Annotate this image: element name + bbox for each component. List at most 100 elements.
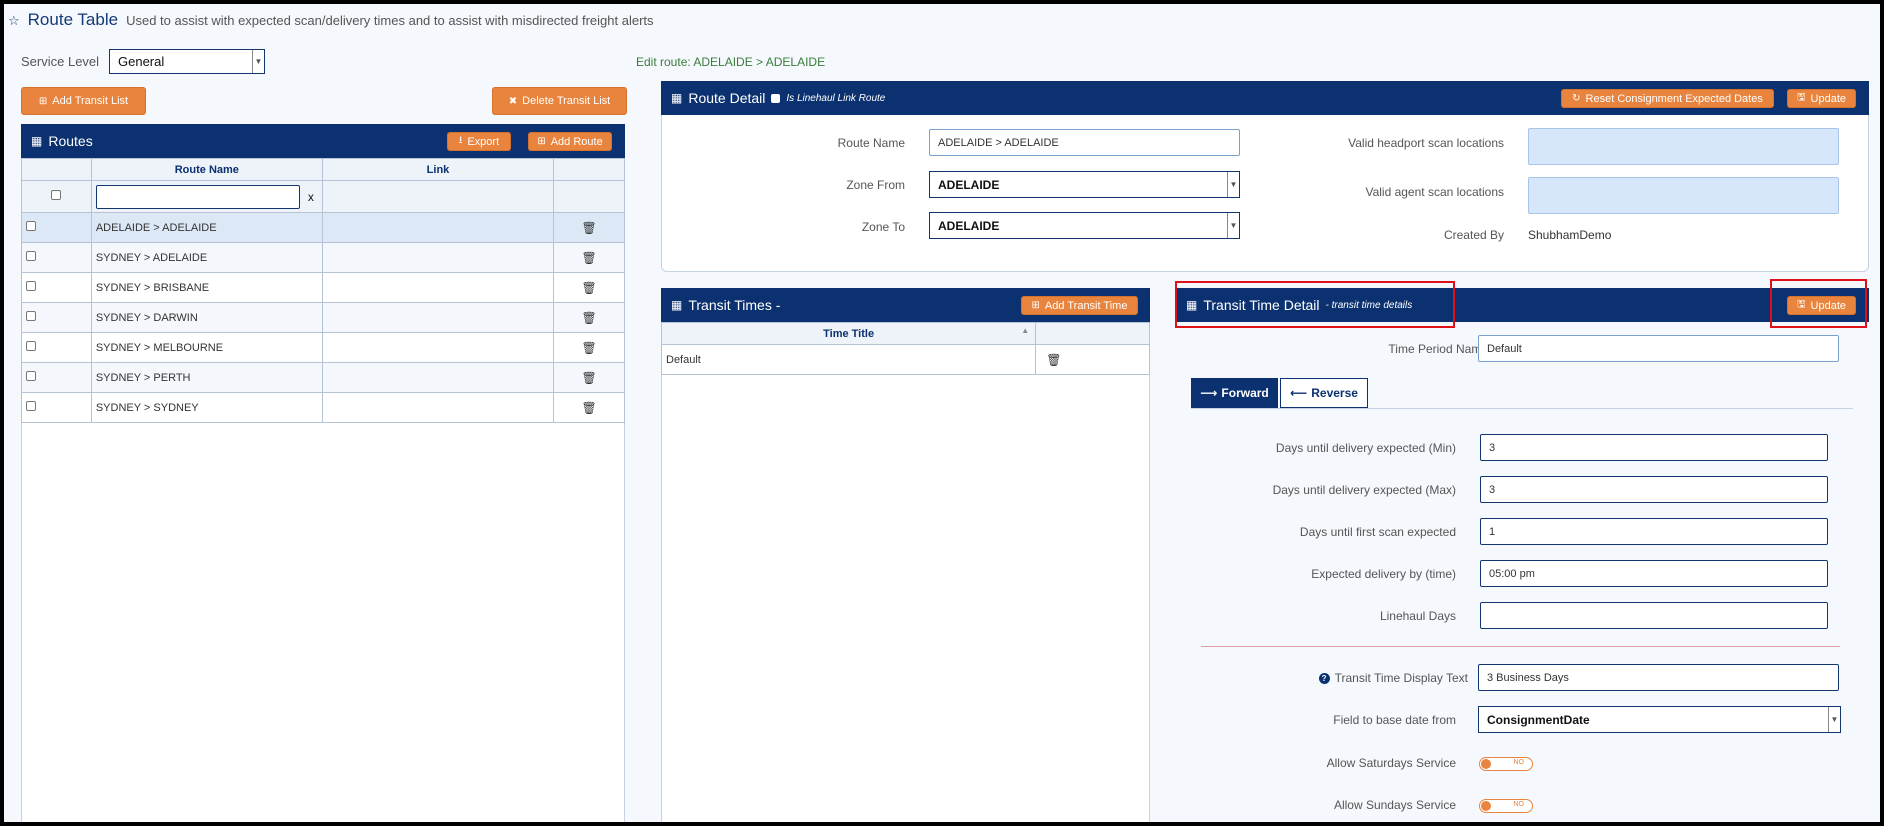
column-header-link[interactable]: Link xyxy=(321,158,555,181)
service-level-select[interactable]: General ▼ xyxy=(109,49,265,74)
route-name-input[interactable]: ADELAIDE > ADELAIDE xyxy=(929,129,1240,156)
table-row[interactable]: Default 🗑 xyxy=(660,344,1150,375)
toggle-knob xyxy=(1481,759,1491,769)
delivery-time-input[interactable]: 05:00 pm xyxy=(1480,560,1828,587)
add-route-button[interactable]: ⊞ Add Route xyxy=(528,132,612,151)
row-actions-cell: 🗑 xyxy=(553,272,625,303)
trash-icon[interactable]: 🗑 xyxy=(581,371,596,385)
row-checkbox[interactable] xyxy=(26,281,36,291)
zone-to-select[interactable]: ADELAIDE ▼ xyxy=(929,212,1240,239)
trash-icon[interactable]: 🗑 xyxy=(1046,353,1061,367)
row-checkbox[interactable] xyxy=(26,401,36,411)
time-period-input[interactable]: Default xyxy=(1478,335,1839,362)
route-name-cell[interactable]: SYDNEY > SYDNEY xyxy=(90,392,323,423)
help-icon[interactable]: ? xyxy=(1318,672,1330,684)
row-select-cell xyxy=(21,242,92,273)
trash-icon[interactable]: 🗑 xyxy=(581,221,596,235)
trash-icon[interactable]: 🗑 xyxy=(581,281,596,295)
select-all-checkbox[interactable] xyxy=(51,190,62,200)
clear-filter-icon[interactable]: x xyxy=(308,190,314,204)
row-checkbox[interactable] xyxy=(26,251,36,261)
star-icon[interactable]: ☆ xyxy=(8,13,20,29)
route-name-label: Route Name xyxy=(837,136,905,150)
agent-scan-input[interactable] xyxy=(1528,177,1839,214)
route-name-cell[interactable]: SYDNEY > MELBOURNE xyxy=(90,332,323,363)
route-name-filter-input[interactable] xyxy=(95,184,300,209)
trash-icon[interactable]: 🗑 xyxy=(581,311,596,325)
linehaul-link-checkbox[interactable] xyxy=(771,93,781,103)
max-days-input[interactable]: 3 xyxy=(1480,476,1828,503)
row-actions-cell: 🗑 xyxy=(553,302,625,333)
row-actions-cell: 🗑 xyxy=(553,392,625,423)
trash-icon[interactable]: 🗑 xyxy=(581,341,596,355)
route-filter-cell: x xyxy=(90,180,323,213)
created-by-label: Created By xyxy=(1443,228,1504,242)
refresh-icon: ↻ xyxy=(1572,93,1581,104)
delete-transit-list-button[interactable]: ✖ Delete Transit List xyxy=(492,87,627,115)
edit-route-caption: Edit route: ADELAIDE > ADELAIDE xyxy=(636,55,826,69)
zone-from-select[interactable]: ADELAIDE ▼ xyxy=(929,171,1240,198)
route-name-cell[interactable]: SYDNEY > BRISBANE xyxy=(90,272,323,303)
row-checkbox[interactable] xyxy=(26,371,36,381)
sunday-service-label: Allow Sundays Service xyxy=(1333,798,1456,812)
time-title-cell[interactable]: Default xyxy=(660,344,1037,375)
min-days-input[interactable]: 3 xyxy=(1480,434,1828,461)
linehaul-days-input[interactable] xyxy=(1480,602,1828,629)
tab-divider xyxy=(1191,408,1853,409)
chevron-down-icon: ▼ xyxy=(1227,213,1239,238)
link-cell xyxy=(321,242,555,273)
row-checkbox[interactable] xyxy=(26,311,36,321)
table-row[interactable]: SYDNEY > PERTH 🗑 xyxy=(21,362,625,393)
table-row[interactable]: SYDNEY > SYDNEY 🗑 xyxy=(21,392,625,423)
select-all-cell xyxy=(21,180,92,213)
first-scan-label: Days until first scan expected xyxy=(1299,525,1456,539)
trash-icon[interactable]: 🗑 xyxy=(581,401,596,415)
base-date-select[interactable]: ConsignmentDate ▼ xyxy=(1478,706,1841,733)
row-checkbox[interactable] xyxy=(26,221,36,231)
route-name-cell[interactable]: ADELAIDE > ADELAIDE xyxy=(90,212,323,243)
time-title-label: Time Title xyxy=(823,327,875,340)
route-name-cell[interactable]: SYDNEY > PERTH xyxy=(90,362,323,393)
table-row[interactable]: SYDNEY > BRISBANE 🗑 xyxy=(21,272,625,303)
table-row[interactable]: SYDNEY > MELBOURNE 🗑 xyxy=(21,332,625,363)
reset-consignment-button[interactable]: ↻ Reset Consignment Expected Dates xyxy=(1561,89,1774,108)
tab-reverse-label: Reverse xyxy=(1311,386,1358,400)
highlight-box xyxy=(1770,279,1867,328)
column-header-time-title[interactable]: Time Title ▲ xyxy=(660,322,1037,345)
download-icon: ⭳ xyxy=(458,135,463,146)
linehaul-link-label: Is Linehaul Link Route xyxy=(786,92,886,104)
base-date-label: Field to base date from xyxy=(1333,713,1456,727)
tab-forward[interactable]: ⟶ Forward xyxy=(1191,378,1278,408)
saturday-service-toggle[interactable]: NO xyxy=(1479,757,1533,771)
plus-square-icon: ⊞ xyxy=(537,136,546,147)
page-header: ☆ Route Table Used to assist with expect… xyxy=(8,10,654,30)
row-actions-cell: 🗑 xyxy=(553,362,625,393)
table-row[interactable]: SYDNEY > ADELAIDE 🗑 xyxy=(21,242,625,273)
link-cell xyxy=(321,392,555,423)
column-header-route-name[interactable]: Route Name xyxy=(90,158,323,181)
trash-icon[interactable]: 🗑 xyxy=(581,251,596,265)
sort-icon[interactable]: ▲ xyxy=(1021,326,1029,335)
zone-to-label: Zone To xyxy=(861,220,905,234)
min-days-label: Days until delivery expected (Min) xyxy=(1275,441,1456,455)
update-route-label: Update xyxy=(1810,92,1846,105)
tab-reverse[interactable]: ⟵ Reverse xyxy=(1280,378,1368,408)
link-cell xyxy=(321,332,555,363)
delete-transit-list-label: Delete Transit List xyxy=(522,95,611,107)
route-name-cell[interactable]: SYDNEY > ADELAIDE xyxy=(90,242,323,273)
table-row[interactable]: ADELAIDE > ADELAIDE 🗑 xyxy=(21,212,625,243)
add-transit-time-button[interactable]: ⊞ Add Transit Time xyxy=(1021,296,1138,315)
service-level-value: General xyxy=(118,54,165,69)
headport-scan-input[interactable] xyxy=(1528,128,1839,165)
display-text-input[interactable]: 3 Business Days xyxy=(1478,664,1839,691)
add-transit-list-button[interactable]: ⊞ Add Transit List xyxy=(21,87,146,115)
route-name-cell[interactable]: SYDNEY > DARWIN xyxy=(90,302,323,333)
row-checkbox[interactable] xyxy=(26,341,36,351)
section-divider xyxy=(1201,646,1840,647)
sunday-service-toggle[interactable]: NO xyxy=(1479,799,1533,813)
close-icon: ✖ xyxy=(508,95,518,107)
export-button[interactable]: ⭳ Export xyxy=(447,132,511,151)
first-scan-input[interactable]: 1 xyxy=(1480,518,1828,545)
update-route-button[interactable]: 🖫 Update xyxy=(1787,89,1856,108)
table-row[interactable]: SYDNEY > DARWIN 🗑 xyxy=(21,302,625,333)
